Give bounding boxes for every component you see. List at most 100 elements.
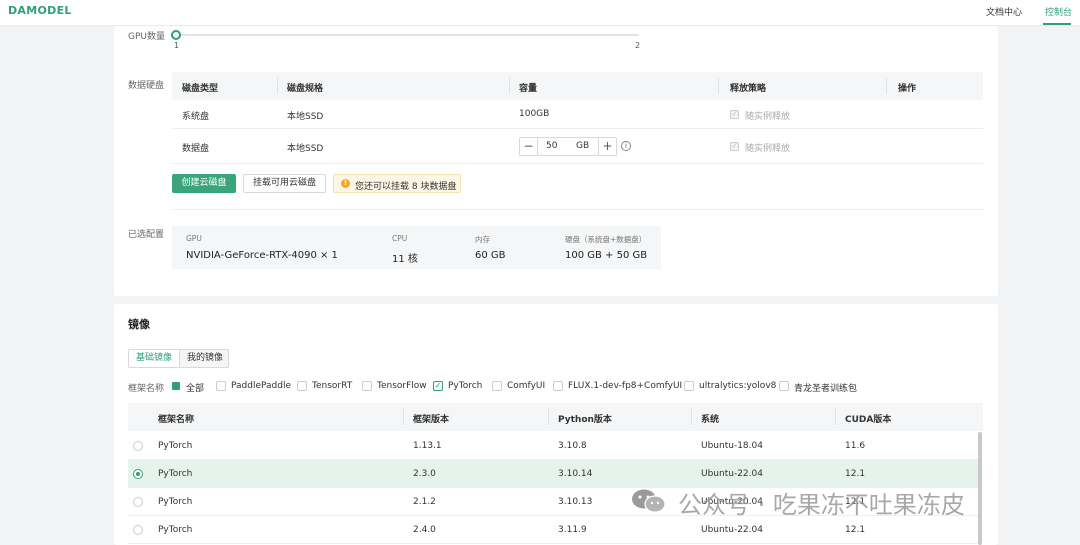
decrement-button[interactable]: − xyxy=(520,138,538,155)
release-policy-text: 随实例释放 xyxy=(745,112,791,122)
gpu-count-slider-handle[interactable] xyxy=(171,30,181,40)
col-separator xyxy=(548,409,549,425)
col-framework-version: 框架版本 xyxy=(413,415,450,425)
notice-text: 您还可以挂载 8 块数据盘 xyxy=(355,182,457,192)
filter-all-checkbox[interactable] xyxy=(172,382,180,390)
filter-tensorflow-label[interactable]: TensorFlow xyxy=(377,381,427,391)
cell-cuda: 12.1 xyxy=(845,469,866,479)
filter-yolov8-label[interactable]: ultralytics:yolov8 xyxy=(699,381,776,391)
cell-framework: PyTorch xyxy=(158,525,193,535)
disk-row-system: 系统盘 本地SSD 100GB ✓ 随实例释放 xyxy=(172,100,983,129)
disk-table-header: 磁盘类型 磁盘规格 容量 释放策略 操作 xyxy=(172,72,983,100)
table-row[interactable]: PyTorch 2.4.0 3.11.9 Ubuntu-22.04 12.1 xyxy=(128,516,978,544)
filter-tensorrt-checkbox[interactable] xyxy=(297,381,307,391)
col-disk-spec: 磁盘规格 xyxy=(287,84,324,94)
image-table-header: 框架名称 框架版本 Python版本 系统 CUDA版本 xyxy=(128,403,983,431)
disk-label: 数据硬盘 xyxy=(128,81,165,91)
disk-spec: 本地SSD xyxy=(287,144,324,154)
summary-cpu-label: CPU xyxy=(392,234,408,243)
disk-type: 系统盘 xyxy=(182,112,210,122)
col-release-policy: 释放策略 xyxy=(730,84,767,94)
filter-yolov8-checkbox[interactable] xyxy=(684,381,694,391)
row-radio[interactable] xyxy=(133,441,143,451)
cell-framework: PyTorch xyxy=(158,497,193,507)
row-radio[interactable] xyxy=(133,525,143,535)
increment-button[interactable]: + xyxy=(598,138,616,155)
release-checkbox: ✓ xyxy=(730,110,739,119)
filter-tensorflow-checkbox[interactable] xyxy=(362,381,372,391)
framework-filter-label: 框架名称 xyxy=(128,384,165,394)
filter-comfyui-checkbox[interactable] xyxy=(492,381,502,391)
filter-comfyui-label[interactable]: ComfyUI xyxy=(507,381,545,391)
summary-gpu-label: GPU xyxy=(186,234,202,243)
col-os: 系统 xyxy=(701,415,720,425)
col-disk-type: 磁盘类型 xyxy=(182,84,219,94)
filter-all-label[interactable]: 全部 xyxy=(186,381,204,394)
nav-docs-link[interactable]: 文档中心 xyxy=(986,5,1022,18)
col-separator xyxy=(835,409,836,425)
slider-max-label: 2 xyxy=(635,41,641,50)
summary-memory-value: 60 GB xyxy=(475,250,506,261)
image-section-title: 镜像 xyxy=(128,318,150,331)
col-separator xyxy=(277,78,278,94)
disk-capacity: 100GB xyxy=(519,109,550,119)
filter-pytorch-checkbox[interactable]: ✓ xyxy=(433,381,443,391)
col-separator xyxy=(718,78,719,94)
tab-my-image[interactable]: 我的镜像 xyxy=(181,350,229,367)
release-checkbox: ✓ xyxy=(730,142,739,151)
cell-os: Ubuntu-22.04 xyxy=(701,525,763,535)
cell-version: 2.3.0 xyxy=(413,469,436,479)
gpu-count-slider-track[interactable] xyxy=(177,34,639,36)
watermark: 公众号 · 吃果冻不吐果冻皮 xyxy=(630,484,1050,519)
filter-flux-checkbox[interactable] xyxy=(553,381,563,391)
warning-icon: ! xyxy=(341,179,350,188)
col-actions: 操作 xyxy=(898,84,917,94)
col-python-version: Python版本 xyxy=(558,415,612,425)
cell-python: 3.11.9 xyxy=(558,525,587,535)
filter-tensorrt-label[interactable]: TensorRT xyxy=(312,381,352,391)
cell-version: 2.4.0 xyxy=(413,525,436,535)
row-radio[interactable] xyxy=(133,497,143,507)
cell-framework: PyTorch xyxy=(158,469,193,479)
cell-cuda: 11.6 xyxy=(845,441,866,451)
info-icon[interactable]: i xyxy=(621,141,631,151)
cell-python: 3.10.8 xyxy=(558,441,587,451)
filter-paddlepaddle-checkbox[interactable] xyxy=(216,381,226,391)
col-capacity: 容量 xyxy=(519,84,538,94)
logo[interactable]: DAMODEL xyxy=(8,4,72,17)
summary-cpu-value: 11 核 xyxy=(392,254,418,265)
row-radio[interactable] xyxy=(133,469,143,479)
slider-min-label: 1 xyxy=(174,41,180,50)
disk-quota-notice: ! 您还可以挂载 8 块数据盘 xyxy=(333,174,461,193)
watermark-text: 公众号 · 吃果冻不吐果冻皮 xyxy=(678,491,965,519)
capacity-stepper[interactable]: − 50 GB + xyxy=(519,137,617,156)
release-policy-text: 随实例释放 xyxy=(745,144,791,154)
cell-python: 3.10.14 xyxy=(558,469,593,479)
cell-os: Ubuntu-18.04 xyxy=(701,441,763,451)
summary-gpu-value: NVIDIA-GeForce-RTX-4090 × 1 xyxy=(186,250,338,261)
mount-cloud-disk-button[interactable]: 挂载可用云磁盘 xyxy=(243,174,326,193)
disk-row-data: 数据盘 本地SSD − 50 GB + i ✓ 随实例释放 xyxy=(172,129,983,164)
col-separator xyxy=(509,78,510,94)
selected-config-label: 已选配置 xyxy=(128,230,165,240)
filter-paddlepaddle-label[interactable]: PaddlePaddle xyxy=(231,381,291,391)
divider xyxy=(172,209,983,210)
filter-qinglong-checkbox[interactable] xyxy=(779,381,789,391)
filter-pytorch-label[interactable]: PyTorch xyxy=(448,381,482,391)
col-separator xyxy=(691,409,692,425)
capacity-input[interactable]: 50 xyxy=(546,141,557,151)
disk-type: 数据盘 xyxy=(182,144,210,154)
table-row[interactable]: PyTorch 1.13.1 3.10.8 Ubuntu-18.04 11.6 xyxy=(128,432,978,460)
filter-flux-label[interactable]: FLUX.1-dev-fp8+ComfyUI xyxy=(568,381,682,391)
cell-version: 2.1.2 xyxy=(413,497,436,507)
nav-console-link[interactable]: 控制台 xyxy=(1045,5,1072,18)
cell-cuda: 12.1 xyxy=(845,525,866,535)
tab-basic-image[interactable]: 基础镜像 xyxy=(129,350,180,367)
create-cloud-disk-button[interactable]: 创建云磁盘 xyxy=(172,174,236,193)
filter-qinglong-label[interactable]: 青龙圣者训练包 xyxy=(794,381,857,394)
col-framework-name: 框架名称 xyxy=(158,415,195,425)
summary-disk-value: 100 GB + 50 GB xyxy=(565,250,648,261)
summary-disk-label: 硬盘（系统盘+数据盘） xyxy=(565,235,647,244)
capacity-unit: GB xyxy=(576,141,590,151)
cell-python: 3.10.13 xyxy=(558,497,593,507)
